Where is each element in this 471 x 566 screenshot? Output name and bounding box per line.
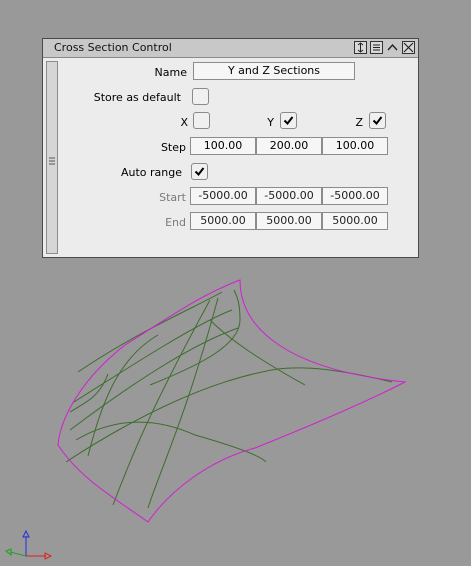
collapse-icon[interactable]	[386, 41, 399, 54]
menu-icon[interactable]	[370, 41, 383, 54]
store-as-default-checkbox[interactable]	[192, 88, 209, 105]
auto-range-checkbox[interactable]	[191, 163, 208, 180]
checkmark-icon	[194, 167, 205, 177]
auto-range-label: Auto range	[120, 166, 182, 179]
store-as-default-label: Store as default	[93, 91, 181, 104]
section-curve-v2	[87, 334, 159, 457]
cross-section-control-panel: Cross Section Control Name Y and Z Secti…	[42, 38, 419, 258]
checkmark-icon	[372, 116, 383, 126]
panel-titlebar[interactable]: Cross Section Control	[43, 39, 418, 58]
axis-triad	[5, 529, 53, 560]
section-curve-u4	[65, 367, 393, 463]
panel-side-rail[interactable]	[46, 61, 58, 254]
z-checkbox[interactable]	[369, 112, 386, 129]
x-checkbox[interactable]	[193, 112, 210, 129]
end-y-field[interactable]: 5000.00	[256, 212, 322, 230]
start-z-field[interactable]: -5000.00	[322, 187, 388, 205]
x-label: X	[180, 116, 188, 129]
y-axis-line	[9, 551, 27, 557]
step-z-field[interactable]: 100.00	[322, 137, 388, 155]
z-label: Z	[355, 116, 363, 129]
y-label: Y	[267, 116, 274, 129]
end-z-field[interactable]: 5000.00	[322, 212, 388, 230]
start-y-field[interactable]: -5000.00	[256, 187, 322, 205]
section-curve-u3	[69, 327, 239, 431]
section-curve-diag2	[149, 289, 241, 386]
panel-title: Cross Section Control	[54, 41, 172, 54]
surface-section-lines	[65, 289, 393, 509]
start-label: Start	[159, 191, 186, 204]
y-checkbox[interactable]	[280, 112, 297, 129]
close-icon[interactable]	[402, 41, 415, 54]
name-label: Name	[154, 66, 187, 79]
step-x-field[interactable]: 100.00	[190, 137, 256, 155]
grip-icon	[49, 157, 55, 165]
section-curve-diag1	[75, 421, 267, 463]
start-x-field[interactable]: -5000.00	[190, 187, 256, 205]
section-curve-u2	[73, 309, 233, 403]
end-label: End	[165, 216, 186, 229]
resize-icon[interactable]	[354, 41, 367, 54]
step-label: Step	[160, 141, 186, 154]
section-curve-v3	[112, 299, 211, 506]
section-curve-v4	[147, 297, 219, 509]
end-x-field[interactable]: 5000.00	[190, 212, 256, 230]
step-y-field[interactable]: 200.00	[256, 137, 322, 155]
checkmark-icon	[283, 116, 294, 126]
name-field[interactable]: Y and Z Sections	[193, 62, 355, 80]
